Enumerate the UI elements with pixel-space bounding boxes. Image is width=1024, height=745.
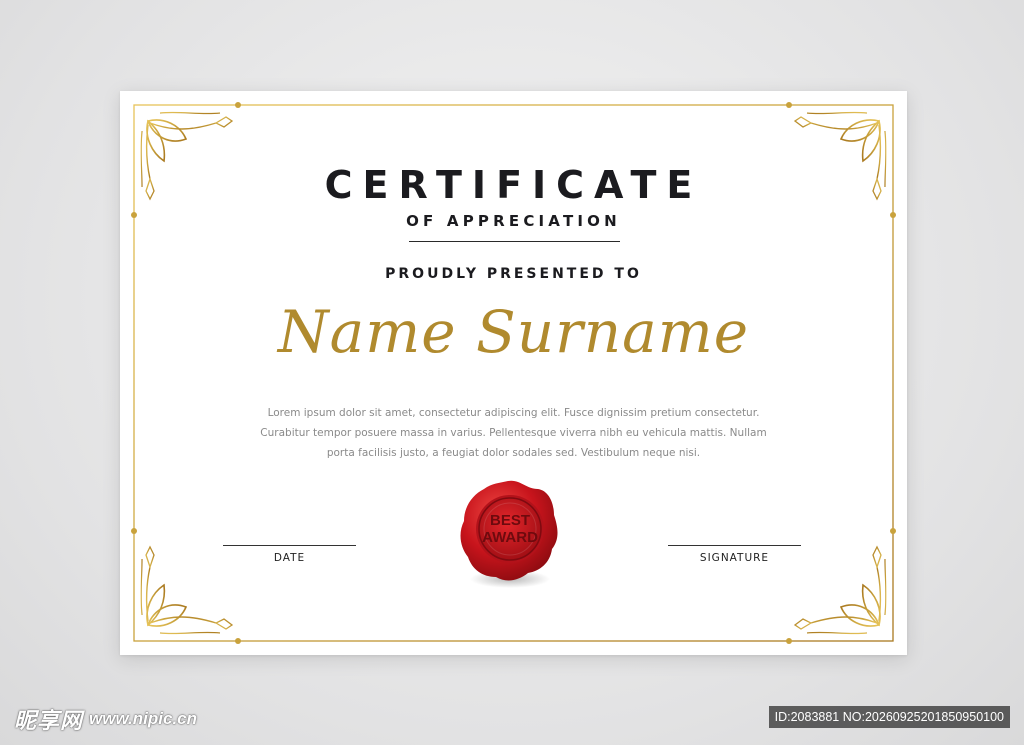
signature-line [668, 545, 801, 546]
wax-seal-badge: BEST AWARD [460, 480, 558, 588]
body-line: Curabitur tempor posuere massa in varius… [260, 427, 767, 439]
watermark-id-badge: ID:2083881 NO:20260925201850950100 [768, 706, 1010, 728]
recipient-name: Name Surname [277, 298, 750, 366]
date-label: DATE [273, 552, 306, 564]
presented-to-label: PROUDLY PRESENTED TO [385, 266, 642, 282]
certificate-subtitle: OF APPRECIATION [406, 212, 621, 230]
signature-label: SIGNATURE [699, 552, 770, 564]
subtitle-divider [409, 241, 620, 242]
watermark-site-name: 昵享网 [14, 709, 84, 734]
date-line [223, 545, 356, 546]
certificate-card: CERTIFICATE OF APPRECIATION PROUDLY PRES… [120, 91, 907, 655]
seal-text: BEST AWARD [482, 512, 538, 546]
body-line: porta facilisis justo, a feugiat dolor s… [326, 447, 701, 459]
certificate-body-text: Lorem ipsum dolor sit amet, consectetur … [208, 403, 819, 463]
site-watermark: 昵享网 www.nipic.cn [14, 704, 197, 734]
body-line: Lorem ipsum dolor sit amet, consectetur … [267, 407, 760, 419]
certificate-title: CERTIFICATE [324, 163, 703, 207]
watermark-site-url: www.nipic.cn [89, 709, 198, 728]
